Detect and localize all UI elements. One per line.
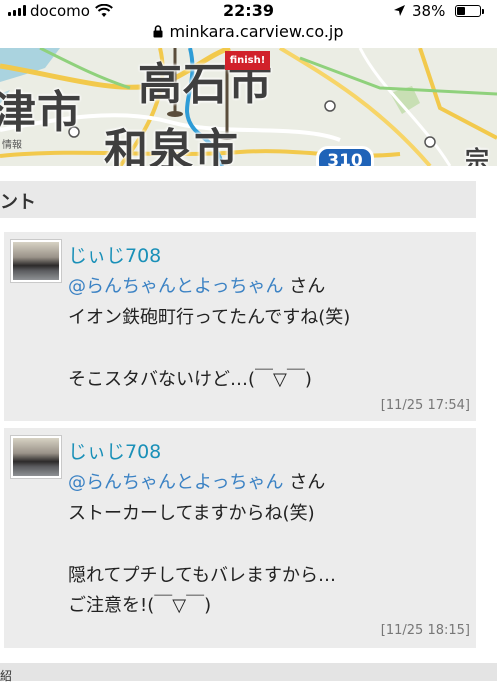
- battery-icon: [455, 5, 481, 17]
- comment-item: じぃじ708 @らんちゃんとよっちゃん さん イオン鉄砲町行ってたんですね(笑)…: [4, 232, 476, 421]
- comment-line: ストーカーしてますからね(笑): [68, 503, 315, 524]
- map-label-tsu: 津市: [0, 87, 82, 138]
- avatar[interactable]: [10, 239, 62, 283]
- url-bar[interactable]: minkara.carview.co.jp: [0, 22, 497, 48]
- comment-line: そこスタバないけど…(￣▽￣): [68, 369, 312, 390]
- lock-icon: [153, 25, 163, 38]
- comments-section-header: ント: [0, 181, 476, 218]
- section-title: ント: [0, 192, 36, 213]
- url-text: minkara.carview.co.jp: [169, 22, 344, 41]
- route-number-badge: 310: [316, 146, 374, 166]
- map-label-right: 宗: [465, 146, 490, 166]
- battery-percent: 38%: [412, 2, 446, 20]
- comment-item: じぃじ708 @らんちゃんとよっちゃん さん ストーカーしてますからね(笑) 隠…: [4, 428, 476, 648]
- comment-username[interactable]: じぃじ708: [68, 241, 161, 268]
- next-section-label: 紹: [0, 669, 13, 683]
- comment-mention[interactable]: @らんちゃんとよっちゃん さん: [68, 272, 325, 298]
- map-small-label: 情報: [2, 140, 22, 151]
- comment-timestamp: [11/25 18:15]: [380, 623, 470, 638]
- comment-timestamp: [11/25 17:54]: [380, 398, 470, 413]
- route-map[interactable]: 高石市 津市 和泉市 宗 情報 finish! 310: [0, 48, 497, 166]
- map-label-izumi: 和泉市: [104, 125, 239, 166]
- battery-cap: [482, 9, 484, 14]
- status-bar: docomo 22:39 38%: [0, 0, 497, 22]
- comment-username[interactable]: じぃじ708: [68, 437, 161, 464]
- comment-line: イオン鉄砲町行ってたんですね(笑): [68, 307, 351, 328]
- finish-flag: finish!: [225, 51, 270, 70]
- avatar[interactable]: [10, 435, 62, 479]
- comment-line: ご注意を!(￣▽￣): [68, 595, 212, 616]
- comment-mention[interactable]: @らんちゃんとよっちゃん さん: [68, 468, 325, 494]
- location-arrow-icon: [394, 5, 405, 16]
- comment-line: 隠れてプチしてもバレますから…: [68, 565, 337, 586]
- next-section-header: 紹: [0, 663, 497, 683]
